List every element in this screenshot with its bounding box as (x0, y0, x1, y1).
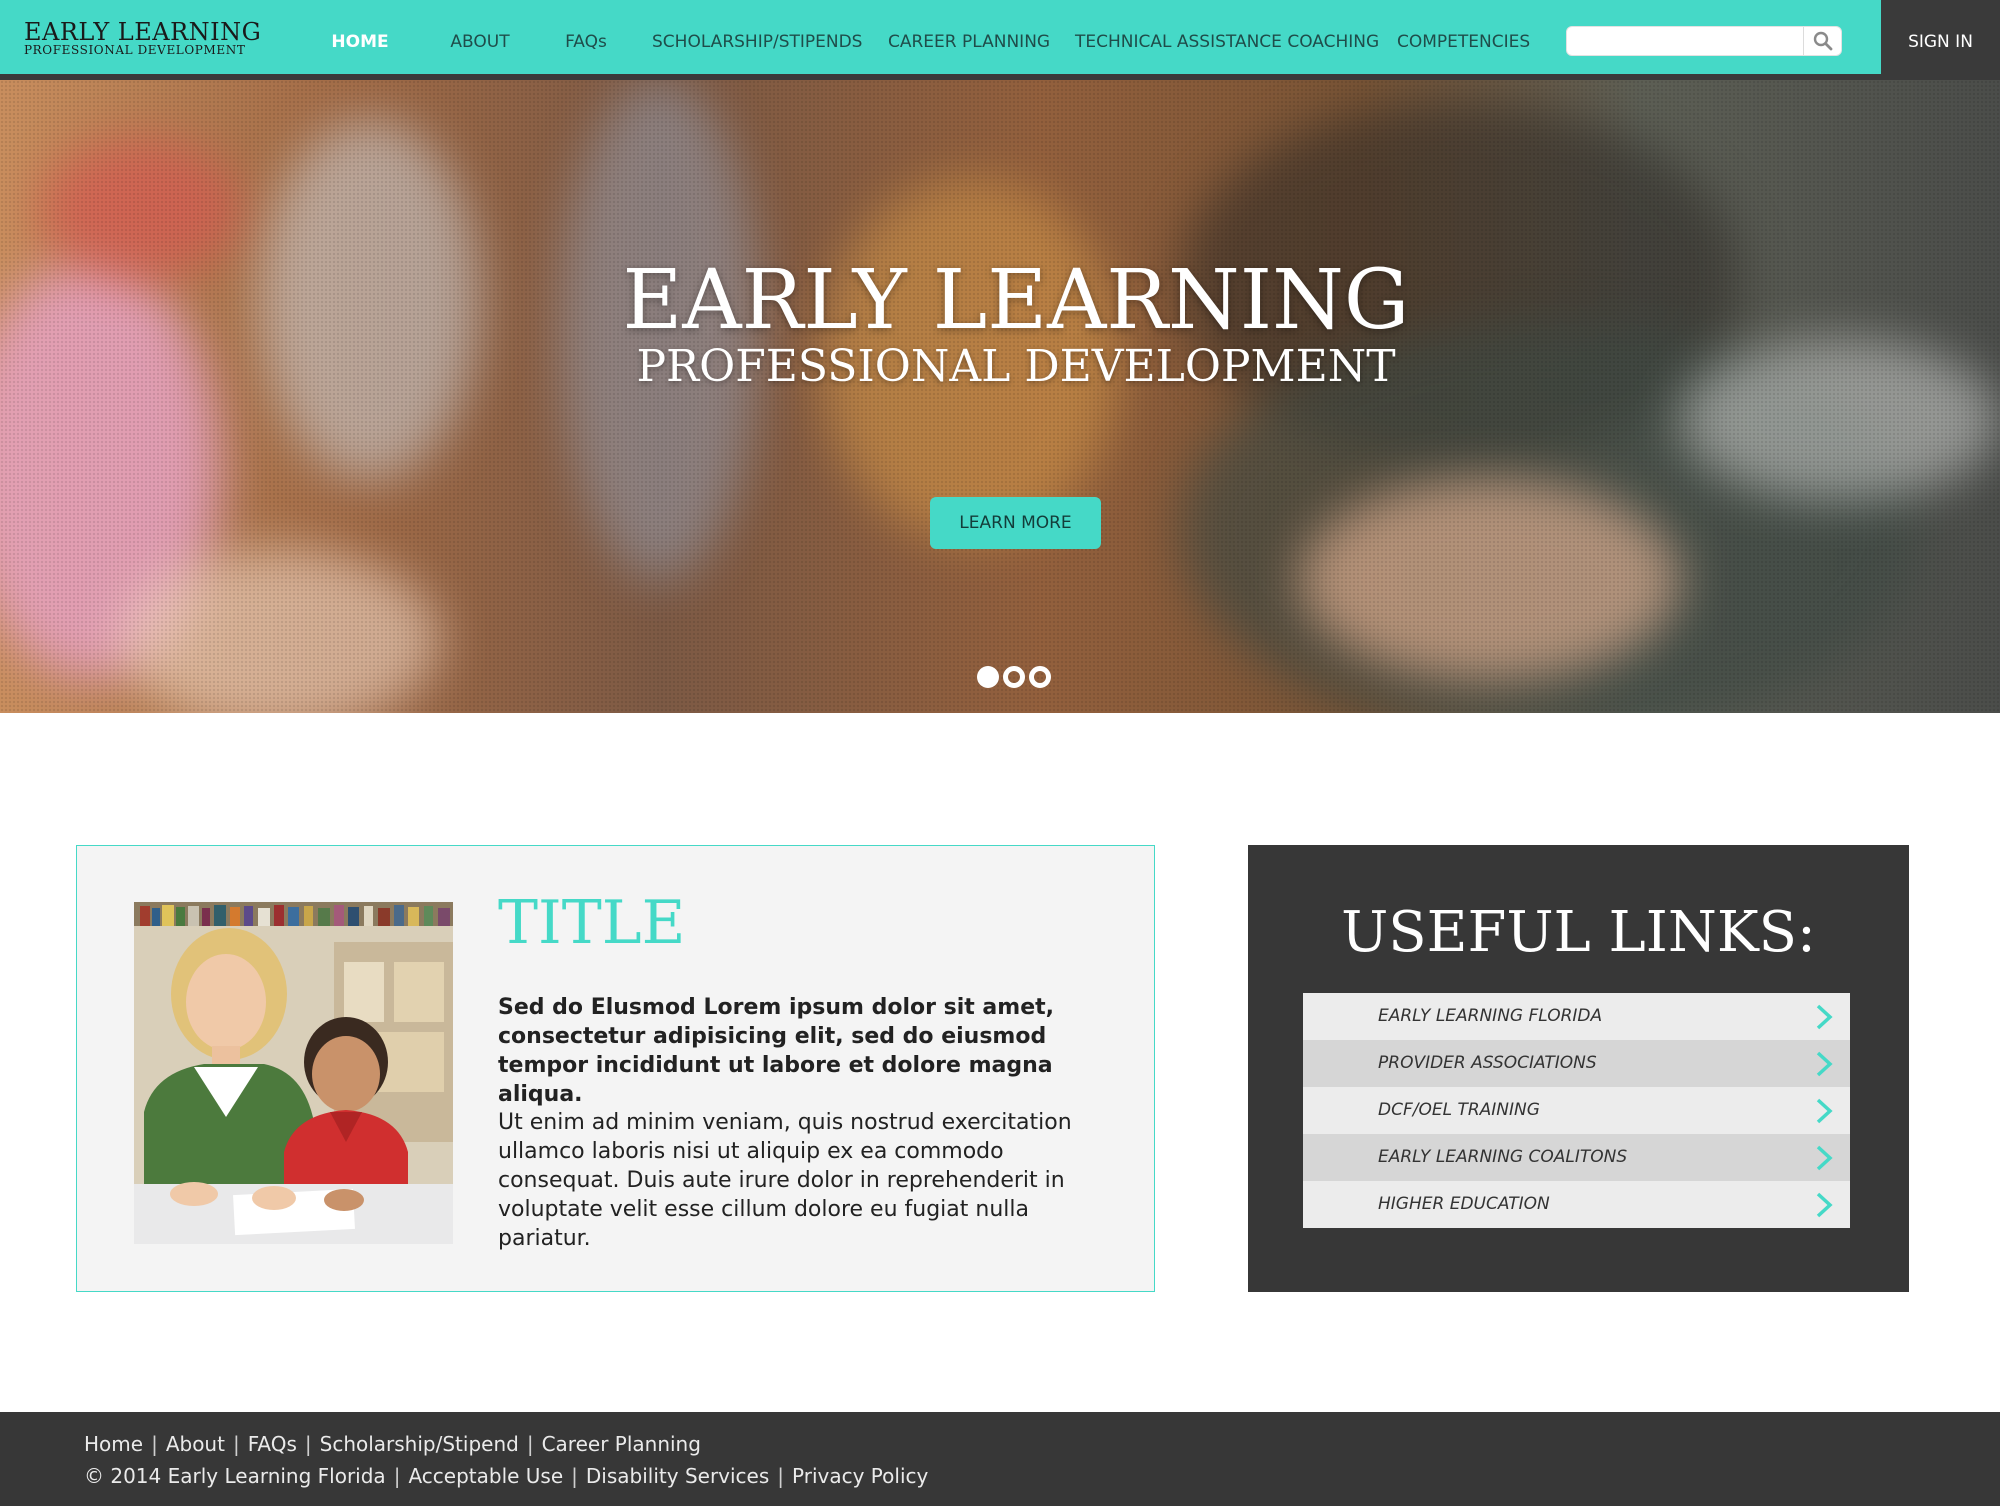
footer-link-disability-services[interactable]: Disability Services (586, 1464, 769, 1488)
footer-nav: Home | About | FAQs | Scholarship/Stipend | Care… (84, 1432, 701, 1456)
nav-item-career-planning[interactable]: CAREER PLANNING (888, 0, 1050, 77)
card-lead-text: Sed do Elusmod Lorem ipsum dolor sit ame… (498, 995, 1054, 1107)
nav-item-home[interactable]: HOME (326, 0, 394, 80)
nav-item-about[interactable]: ABOUT (446, 0, 514, 77)
card-title: TITLE (498, 888, 686, 958)
footer-separator: | (232, 1432, 240, 1456)
nav-item-scholarship-stipends[interactable]: SCHOLARSHIP/STIPENDS (652, 0, 862, 77)
search-input[interactable] (1575, 30, 1799, 54)
footer-link-acceptable-use[interactable]: Acceptable Use (408, 1464, 563, 1488)
useful-link-early-learning-coalitions[interactable]: EARLY LEARNING COALITONS (1303, 1134, 1850, 1181)
nav-item-faqs[interactable]: FAQs (560, 0, 612, 77)
nav-item-competencies[interactable]: COMPETENCIES (1397, 0, 1530, 77)
chevron-right-icon (1816, 1145, 1833, 1171)
useful-links-panel: USEFUL LINKS: EARLY LEARNING FLORIDA PRO… (1248, 845, 1909, 1292)
search-icon (1813, 31, 1832, 51)
footer-separator: | (571, 1464, 578, 1488)
chevron-right-icon (1816, 1098, 1833, 1124)
footer-separator: | (393, 1464, 401, 1488)
chevron-right-icon (1816, 1192, 1833, 1218)
card-body-text: Ut enim ad minim veniam, quis nostrud ex… (498, 1110, 1072, 1251)
site-logo[interactable]: EARLY LEARNING PROFESSIONAL DEVELOPMENT (24, 20, 261, 57)
photo-illustration (134, 902, 453, 1244)
footer-link-home[interactable]: Home (84, 1432, 143, 1456)
hero-subtitle: PROFESSIONAL DEVELOPMENT (636, 341, 1396, 392)
footer-separator: | (304, 1432, 312, 1456)
useful-link-early-learning-florida[interactable]: EARLY LEARNING FLORIDA (1303, 993, 1850, 1040)
logo-subtitle: PROFESSIONAL DEVELOPMENT (24, 43, 246, 57)
hero-texture (0, 80, 2000, 713)
footer-link-about[interactable]: About (166, 1432, 225, 1456)
footer-link-privacy-policy[interactable]: Privacy Policy (792, 1464, 928, 1488)
site-footer: Home | About | FAQs | Scholarship/Stipend | Care… (0, 1412, 2000, 1506)
footer-separator: | (777, 1464, 785, 1488)
useful-links-list: EARLY LEARNING FLORIDA PROVIDER ASSOCIAT… (1303, 993, 1850, 1228)
useful-link-label: PROVIDER ASSOCIATIONS (1378, 1053, 1597, 1073)
useful-link-provider-associations[interactable]: PROVIDER ASSOCIATIONS (1303, 1040, 1850, 1087)
footer-link-career-planning[interactable]: Career Planning (542, 1432, 701, 1456)
footer-copyright: © 2014 Early Learning Florida (84, 1464, 386, 1488)
useful-link-dcf-oel-training[interactable]: DCF/OEL TRAINING (1303, 1087, 1850, 1134)
useful-link-label: EARLY LEARNING COALITONS (1378, 1147, 1628, 1167)
teacher-student-photo (134, 902, 453, 1244)
hero-banner: EARLY LEARNING PROFESSIONAL DEVELOPMENT … (0, 80, 2000, 713)
slide-dot-3[interactable] (1029, 666, 1051, 688)
footer-separator: | (151, 1432, 158, 1456)
content-card: TITLE Sed do Elusmod Lorem ipsum dolor s… (76, 845, 1155, 1292)
search-box (1566, 26, 1842, 56)
useful-links-title: USEFUL LINKS: (1341, 900, 1816, 965)
footer-link-scholarship-stipend[interactable]: Scholarship/Stipend (320, 1432, 519, 1456)
useful-link-label: HIGHER EDUCATION (1378, 1194, 1550, 1214)
hero-title: EARLY LEARNING (622, 253, 1410, 348)
slide-dot-1[interactable] (977, 666, 999, 688)
useful-link-label: EARLY LEARNING FLORIDA (1378, 1006, 1603, 1026)
learn-more-button[interactable]: LEARN MORE (930, 497, 1101, 549)
useful-link-higher-education[interactable]: HIGHER EDUCATION (1303, 1181, 1850, 1228)
footer-link-faqs[interactable]: FAQs (248, 1432, 297, 1456)
slide-dot-2[interactable] (1003, 666, 1025, 688)
logo-title: EARLY LEARNING (24, 18, 262, 46)
search-button[interactable] (1803, 27, 1841, 55)
useful-link-label: DCF/OEL TRAINING (1378, 1100, 1540, 1120)
footer-legal: © 2014 Early Learning Florida | Acceptable… (84, 1464, 928, 1488)
sign-in-button[interactable]: SIGN IN (1881, 0, 2000, 77)
top-navbar: EARLY LEARNING PROFESSIONAL DEVELOPMENT … (0, 0, 2000, 80)
chevron-right-icon (1816, 1004, 1833, 1030)
footer-separator: | (526, 1432, 534, 1456)
nav-item-technical-assistance-coaching[interactable]: TECHNICAL ASSISTANCE COACHING (1075, 0, 1379, 77)
chevron-right-icon (1816, 1051, 1833, 1077)
